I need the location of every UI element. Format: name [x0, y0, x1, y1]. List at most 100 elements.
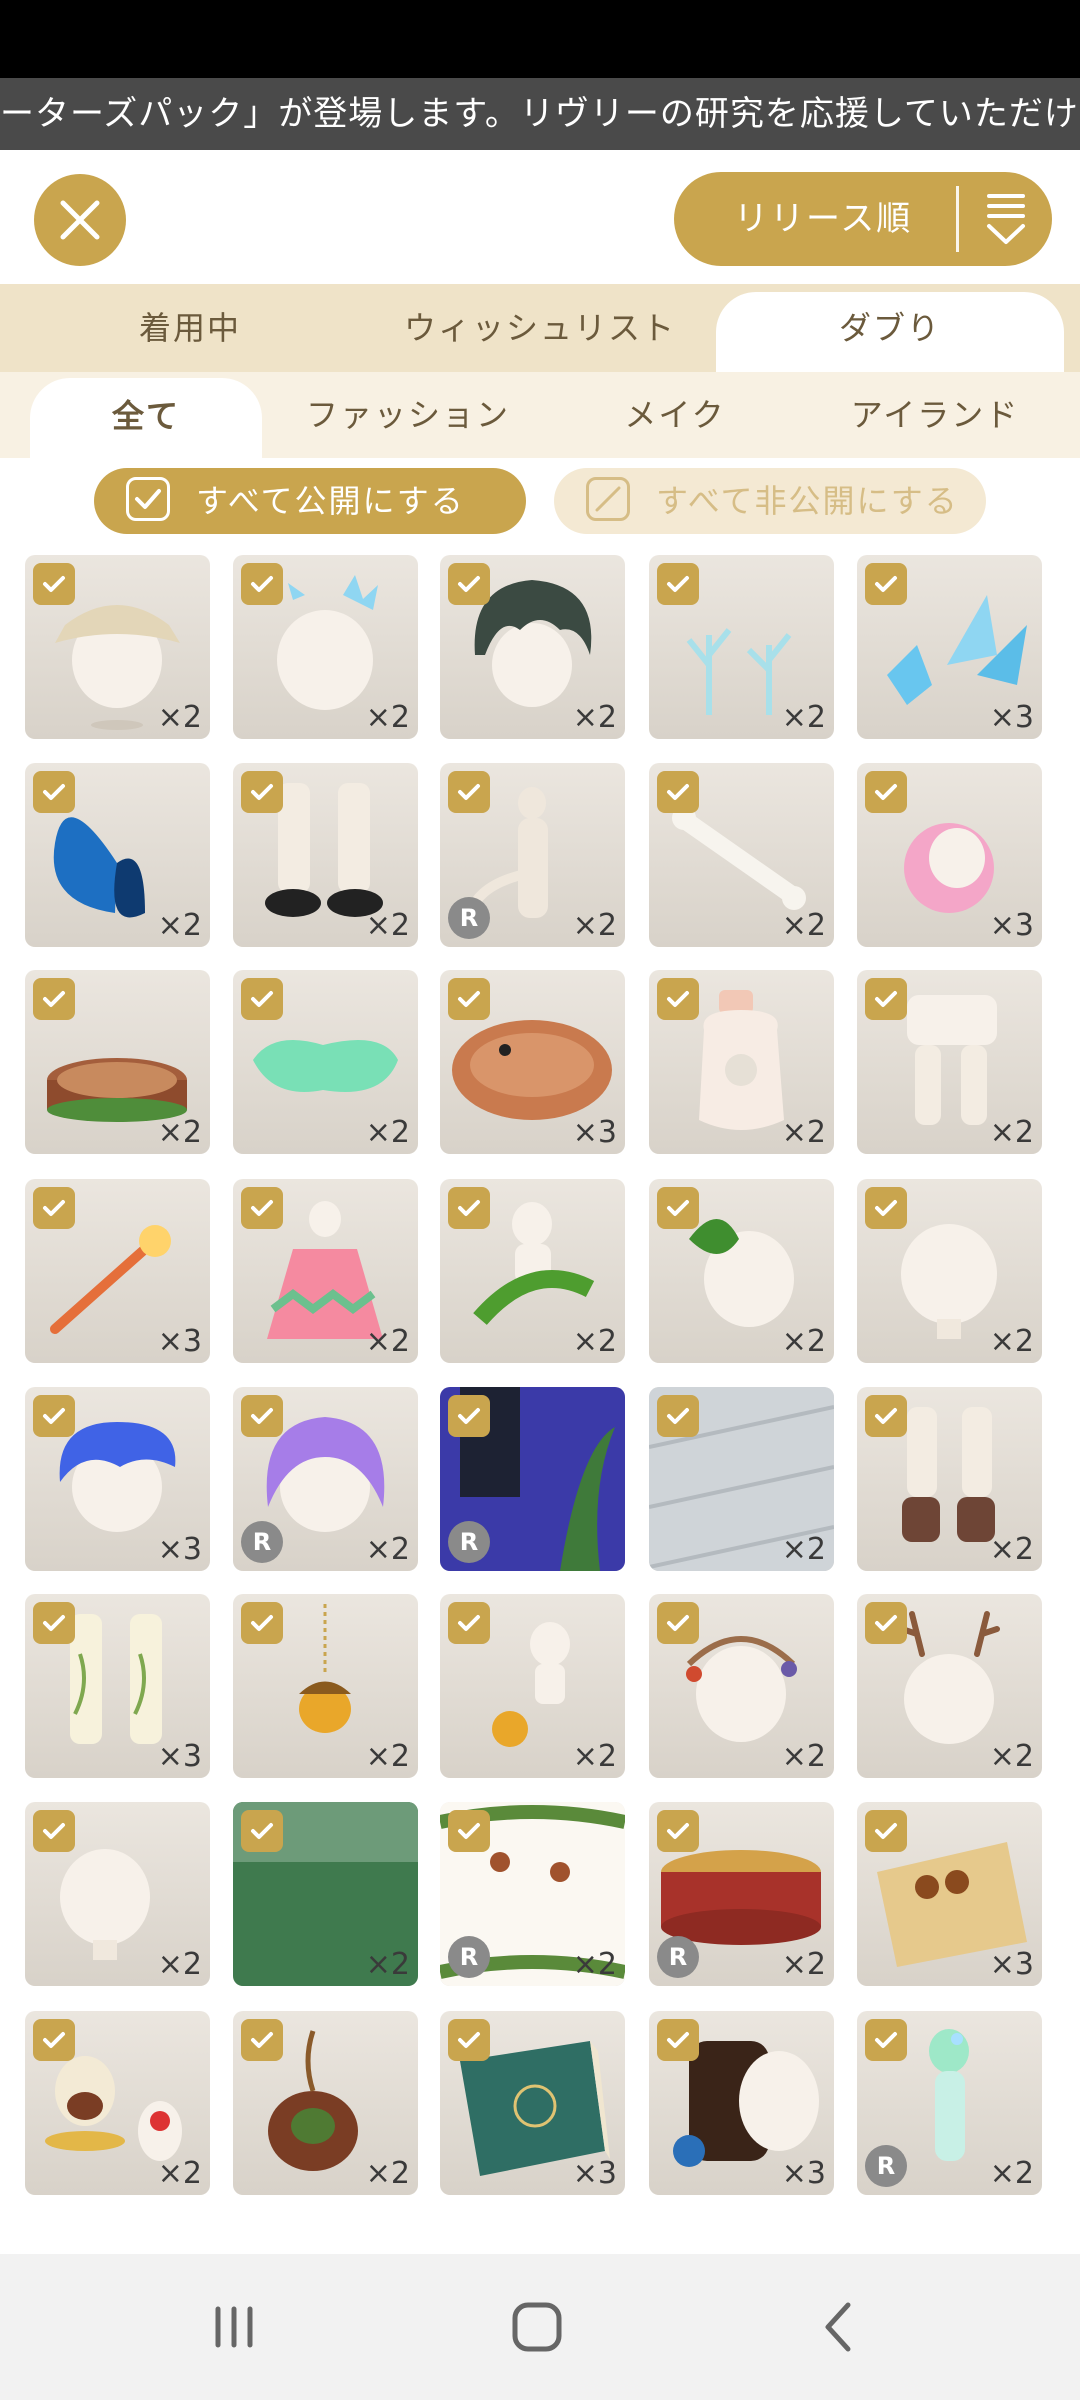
- item-tile[interactable]: ×2: [233, 1594, 418, 1778]
- item-tile[interactable]: ×2: [649, 1179, 834, 1363]
- item-tile[interactable]: R: [440, 1387, 625, 1571]
- item-tile[interactable]: ×2: [649, 1387, 834, 1571]
- checked-icon[interactable]: [657, 2019, 699, 2061]
- checked-icon[interactable]: [448, 1810, 490, 1852]
- subtab-island[interactable]: アイランド: [800, 372, 1070, 458]
- item-count: ×3: [572, 1115, 617, 1150]
- item-tile[interactable]: ×2: [233, 1179, 418, 1363]
- checked-icon[interactable]: [448, 978, 490, 1020]
- make-all-private-button[interactable]: すべて非公開にする: [554, 468, 986, 534]
- item-tile[interactable]: R ×2: [857, 2011, 1042, 2195]
- checked-icon[interactable]: [657, 1810, 699, 1852]
- checked-icon[interactable]: [241, 2019, 283, 2061]
- checked-icon[interactable]: [33, 563, 75, 605]
- item-tile[interactable]: R ×2: [233, 1387, 418, 1571]
- checked-icon[interactable]: [448, 563, 490, 605]
- tab-duplicates[interactable]: ダブり: [716, 292, 1064, 372]
- item-tile[interactable]: ×2: [857, 1179, 1042, 1363]
- checked-icon[interactable]: [448, 771, 490, 813]
- checked-icon[interactable]: [448, 1187, 490, 1229]
- sort-icon: [987, 194, 1025, 244]
- item-tile[interactable]: ×3: [25, 1179, 210, 1363]
- item-tile[interactable]: ×2: [25, 555, 210, 739]
- item-count: ×2: [365, 1324, 410, 1359]
- home-button[interactable]: [497, 2290, 577, 2364]
- checked-icon[interactable]: [241, 771, 283, 813]
- checked-icon[interactable]: [241, 563, 283, 605]
- item-tile[interactable]: ×2: [233, 1802, 418, 1986]
- item-tile[interactable]: R ×2: [440, 1802, 625, 1986]
- sort-order-button[interactable]: リリース順: [674, 172, 1052, 266]
- item-tile[interactable]: ×2: [440, 555, 625, 739]
- checked-icon[interactable]: [865, 563, 907, 605]
- checked-icon[interactable]: [241, 1602, 283, 1644]
- subtab-makeup[interactable]: メイク: [560, 372, 790, 458]
- item-tile[interactable]: ×2: [233, 2011, 418, 2195]
- checked-icon[interactable]: [657, 563, 699, 605]
- recent-apps-button[interactable]: [194, 2290, 274, 2364]
- item-tile[interactable]: ×2: [649, 763, 834, 947]
- item-tile[interactable]: ×2: [233, 970, 418, 1154]
- item-tile[interactable]: ×2: [25, 2011, 210, 2195]
- item-tile[interactable]: ×3: [25, 1387, 210, 1571]
- close-button[interactable]: [34, 174, 126, 266]
- checked-icon[interactable]: [241, 1810, 283, 1852]
- checked-icon[interactable]: [865, 1395, 907, 1437]
- item-count: ×2: [365, 908, 410, 943]
- item-tile[interactable]: ×2: [857, 970, 1042, 1154]
- checked-icon[interactable]: [33, 771, 75, 813]
- item-tile[interactable]: ×2: [857, 1387, 1042, 1571]
- item-tile[interactable]: ×3: [857, 555, 1042, 739]
- checked-icon[interactable]: [865, 771, 907, 813]
- checked-icon[interactable]: [448, 1602, 490, 1644]
- checked-icon[interactable]: [33, 1602, 75, 1644]
- item-tile[interactable]: R ×2: [649, 1802, 834, 1986]
- checked-icon[interactable]: [241, 1187, 283, 1229]
- item-tile[interactable]: ×2: [440, 1179, 625, 1363]
- checked-icon[interactable]: [448, 1395, 490, 1437]
- checked-icon[interactable]: [657, 1187, 699, 1229]
- checked-icon[interactable]: [33, 1395, 75, 1437]
- checked-icon[interactable]: [865, 1187, 907, 1229]
- item-tile[interactable]: ×2: [233, 555, 418, 739]
- subtab-fashion[interactable]: ファッション: [280, 372, 536, 458]
- item-tile[interactable]: ×2: [25, 1802, 210, 1986]
- tab-wishlist[interactable]: ウィッシュリスト: [350, 284, 730, 372]
- item-tile[interactable]: ×2: [25, 970, 210, 1154]
- item-tile[interactable]: ×2: [857, 1594, 1042, 1778]
- checked-icon[interactable]: [33, 2019, 75, 2061]
- checked-icon[interactable]: [241, 1395, 283, 1437]
- item-tile[interactable]: ×2: [25, 763, 210, 947]
- tab-wearing[interactable]: 着用中: [0, 284, 380, 372]
- checked-icon[interactable]: [33, 978, 75, 1020]
- checked-icon[interactable]: [865, 2019, 907, 2061]
- item-count: ×2: [365, 1115, 410, 1150]
- checked-icon[interactable]: [865, 978, 907, 1020]
- checked-icon[interactable]: [33, 1187, 75, 1229]
- item-tile[interactable]: ×2: [440, 1594, 625, 1778]
- checked-icon[interactable]: [657, 1602, 699, 1644]
- item-tile[interactable]: ×3: [857, 763, 1042, 947]
- checked-icon[interactable]: [657, 978, 699, 1020]
- subtab-all[interactable]: 全て: [30, 378, 262, 458]
- item-tile[interactable]: ×3: [649, 2011, 834, 2195]
- checked-icon[interactable]: [657, 1395, 699, 1437]
- checked-icon[interactable]: [241, 978, 283, 1020]
- system-nav-bar: [0, 2254, 1080, 2400]
- back-button[interactable]: [800, 2290, 880, 2364]
- make-all-public-button[interactable]: すべて公開にする: [94, 468, 526, 534]
- checked-icon[interactable]: [448, 2019, 490, 2061]
- checked-icon[interactable]: [657, 771, 699, 813]
- checked-icon[interactable]: [865, 1810, 907, 1852]
- item-tile[interactable]: ×3: [857, 1802, 1042, 1986]
- item-tile[interactable]: R ×2: [440, 763, 625, 947]
- item-tile[interactable]: ×3: [440, 970, 625, 1154]
- item-tile[interactable]: ×3: [25, 1594, 210, 1778]
- item-tile[interactable]: ×2: [233, 763, 418, 947]
- item-tile[interactable]: ×2: [649, 970, 834, 1154]
- item-tile[interactable]: ×2: [649, 555, 834, 739]
- checked-icon[interactable]: [865, 1602, 907, 1644]
- checked-icon[interactable]: [33, 1810, 75, 1852]
- item-tile[interactable]: ×2: [649, 1594, 834, 1778]
- item-tile[interactable]: ×3: [440, 2011, 625, 2195]
